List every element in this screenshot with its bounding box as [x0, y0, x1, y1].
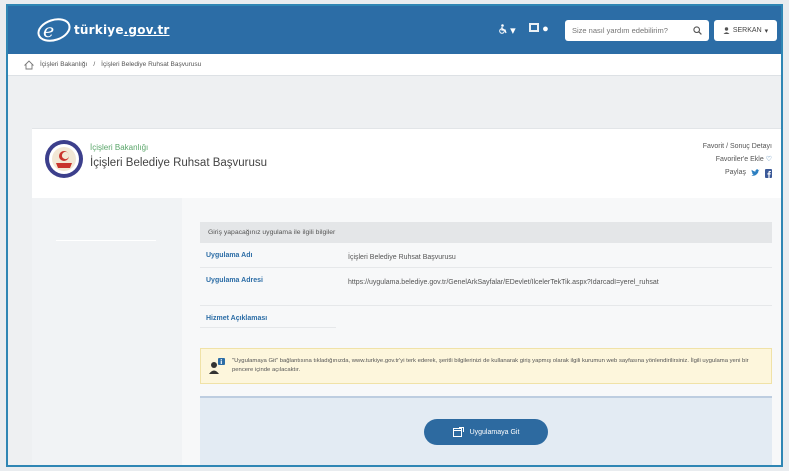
accessibility-menu[interactable]: ▾ [498, 24, 516, 37]
breadcrumb-item-current: İçişleri Belediye Ruhsat Başvurusu [101, 61, 202, 68]
user-name: SERKAN [732, 27, 762, 34]
user-info-icon: i [209, 358, 225, 374]
user-icon [723, 27, 730, 34]
site-logo[interactable]: e türkiye.gov.tr [34, 14, 170, 46]
breadcrumb: İçişleri Bakanlığı / İçişleri Belediye R… [8, 54, 781, 76]
flag-icon [529, 23, 539, 32]
ministry-emblem-icon [45, 140, 83, 178]
info-row-value: İçişleri Belediye Ruhsat Başvurusu [348, 254, 456, 261]
search-input[interactable] [565, 21, 689, 40]
share-row: Paylaş [703, 167, 772, 180]
side-panel [32, 198, 182, 465]
accessibility-caret: ▾ [510, 25, 516, 37]
breadcrumb-item-ministry[interactable]: İçişleri Bakanlığı [40, 61, 87, 68]
heart-icon: ♡ [765, 155, 772, 163]
language-menu[interactable]: ● [529, 23, 549, 35]
twitter-icon[interactable] [751, 169, 760, 177]
side-divider [56, 240, 156, 241]
home-icon[interactable] [24, 59, 34, 70]
top-bar: e türkiye.gov.tr ▾ ● Size nasıl yardım e… [8, 6, 781, 54]
e-logo-icon: e [37, 18, 71, 42]
svg-text:i: i [220, 359, 222, 366]
wheelchair-icon [499, 24, 507, 34]
user-caret: ▾ [764, 27, 769, 35]
browser-frame: e türkiye.gov.tr ▾ ● Size nasıl yardım e… [6, 4, 783, 467]
go-to-app-label: Uygulamaya Git [469, 428, 520, 436]
page-title: İçişleri Belediye Ruhsat Başvurusu [90, 157, 268, 169]
add-favorite-link[interactable]: Favoriler'e Ekle ♡ [703, 154, 772, 167]
search-box [565, 20, 709, 41]
info-row-label: Hizmet Açıklaması [200, 306, 336, 328]
app-url-link[interactable]: https://uygulama.belediye.gov.tr/GenelAr… [336, 268, 772, 305]
info-row-value [336, 306, 772, 328]
breadcrumb-separator: / [93, 61, 96, 68]
info-row: Hizmet Açıklaması [200, 306, 772, 328]
info-row: Uygulama Adresi https://uygulama.belediy… [200, 268, 772, 306]
external-window-icon [452, 427, 464, 437]
facebook-icon[interactable] [765, 168, 772, 178]
content-area: Giriş yapacağınız uygulama ile ilgili bi… [32, 198, 783, 467]
info-row: Uygulama Adı İçişleri Belediye Ruhsat Ba… [200, 243, 772, 268]
logo-text: türkiye.gov.tr [74, 23, 170, 37]
main-panel: Giriş yapacağınız uygulama ile ilgili bi… [200, 222, 772, 465]
user-menu-button[interactable]: SERKAN ▾ [714, 20, 777, 41]
share-label: Paylaş [724, 169, 746, 176]
favorite-detail-link[interactable]: Favorit / Sonuç Detayı [703, 141, 772, 154]
info-heading: Giriş yapacağınız uygulama ile ilgili bi… [200, 222, 772, 243]
search-icon[interactable] [689, 23, 705, 39]
right-edge [781, 198, 783, 467]
redirect-warning: i "Uygulamaya Git" bağlantısına tıkladığ… [200, 348, 772, 384]
add-favorite-label: Favoriler'e Ekle [715, 155, 764, 163]
service-links: Favorit / Sonuç Detayı Favoriler'e Ekle … [703, 141, 772, 180]
language-dot: ● [542, 23, 549, 35]
service-header: İçişleri Bakanlığı İçişleri Belediye Ruh… [32, 128, 781, 198]
svg-text:e: e [43, 20, 54, 42]
go-area: Uygulamaya Git [200, 396, 772, 465]
info-row-label: Uygulama Adresi [206, 277, 263, 284]
service-institution[interactable]: İçişleri Bakanlığı [90, 143, 148, 152]
info-row-label: Uygulama Adı [206, 252, 253, 259]
warning-text: "Uygulamaya Git" bağlantısına tıkladığın… [232, 358, 749, 373]
go-to-app-button[interactable]: Uygulamaya Git [424, 419, 548, 445]
